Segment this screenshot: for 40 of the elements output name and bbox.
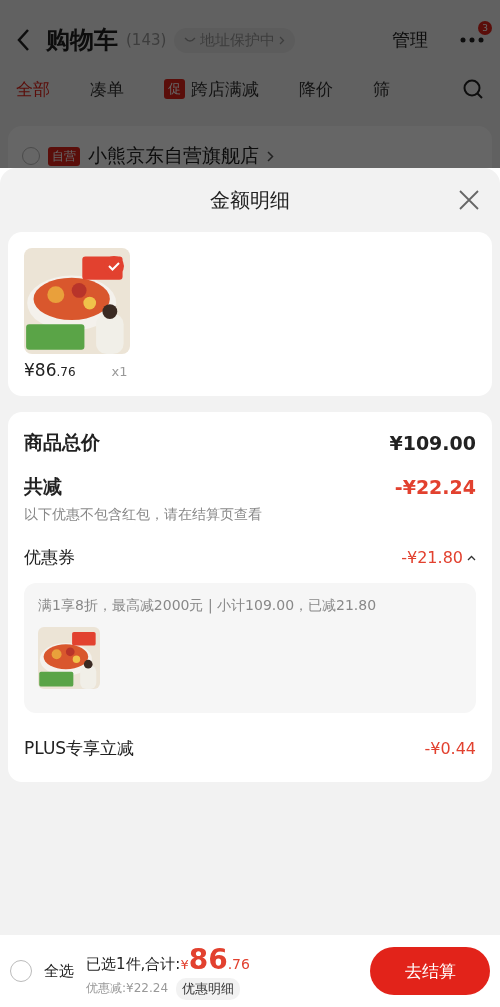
more-icon[interactable] xyxy=(460,37,484,43)
coupon-detail: 满1享8折，最高减2000元 | 小计109.00，已减21.80 xyxy=(38,597,378,615)
caret-icon[interactable] xyxy=(467,554,476,561)
search-icon[interactable] xyxy=(462,78,484,100)
reduce-label: 共减 xyxy=(24,474,62,499)
store-name[interactable]: 小熊京东自营旗舰店 xyxy=(88,143,259,168)
plus-label: PLUS专享立减 xyxy=(24,737,135,760)
chevron-right-icon xyxy=(279,35,286,45)
chevron-right-icon[interactable] xyxy=(267,150,274,162)
summary-label: 已选1件,合计: xyxy=(86,954,181,974)
plus-value: -¥0.44 xyxy=(424,739,476,758)
page-title: 购物车 xyxy=(46,25,118,56)
smile-icon xyxy=(184,36,197,44)
checkout-button[interactable]: 去结算 xyxy=(370,947,490,995)
reduce-note: 以下优惠不包含红包，请在结算页查看 xyxy=(24,506,263,524)
total-label: 商品总价 xyxy=(24,430,100,455)
self-operated-tag: 自营 xyxy=(48,146,80,166)
filter-tab[interactable]: 促 跨店满减 xyxy=(164,77,259,101)
filter-tab[interactable]: 全部 xyxy=(16,77,50,101)
manage-link[interactable]: 管理 xyxy=(392,28,428,52)
store-checkbox[interactable] xyxy=(22,147,40,165)
discount-amount: 优惠减:¥22.24 xyxy=(86,980,169,997)
filter-tab[interactable]: 凑单 xyxy=(90,77,124,101)
reduce-value: -¥22.24 xyxy=(394,476,476,498)
sheet-title: 金额明细 xyxy=(210,186,290,214)
select-all-label[interactable]: 全选 xyxy=(44,961,74,981)
select-all-checkbox[interactable] xyxy=(10,960,32,982)
filter-tab[interactable]: 降价 xyxy=(299,77,333,101)
discount-detail-button[interactable]: 优惠明细 xyxy=(176,977,241,1000)
coupon-value: -¥21.80 xyxy=(401,548,463,567)
notification-badge: 3 xyxy=(478,21,492,35)
filter-tab[interactable]: 筛 xyxy=(373,77,390,101)
product-price: ¥86.76 xyxy=(24,360,76,380)
product-quantity: x1 xyxy=(111,364,128,379)
back-icon[interactable] xyxy=(16,28,30,52)
total-value: ¥109.00 xyxy=(389,432,476,454)
coupon-label: 优惠券 xyxy=(24,546,75,569)
close-icon[interactable] xyxy=(458,189,480,211)
promo-tag: 促 xyxy=(164,79,185,99)
total-amount: ¥86.76 xyxy=(180,942,250,976)
